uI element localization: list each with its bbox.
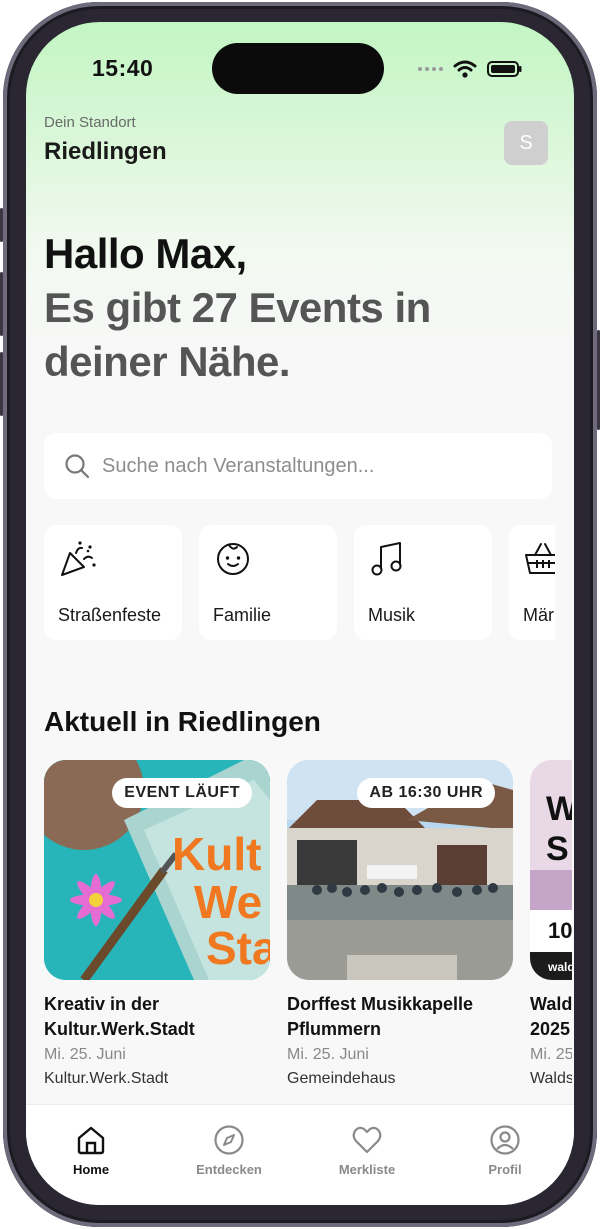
event-card[interactable]: Kult We Sta EVENT LÄUFT Kreativ in der K…	[44, 760, 270, 1088]
tab-profil[interactable]: Profil	[445, 1105, 565, 1177]
forest-event-image: W S 10 wald	[530, 760, 572, 980]
party-popper-icon	[61, 541, 96, 576]
battery-icon	[487, 61, 522, 77]
category-strassenfeste[interactable]: Straßenfeste	[44, 525, 182, 640]
category-label: Familie	[213, 605, 272, 625]
status-icons	[418, 60, 523, 78]
event-title: Kreativ in der Kultur.Werk.Stadt	[44, 994, 195, 1039]
greeting-subtitle: Es gibt 27 Events in deiner Nähe.	[44, 284, 431, 385]
event-list: Kult We Sta EVENT LÄUFT Kreativ in der K…	[44, 760, 572, 1088]
event-date: Mi. 25	[530, 1046, 572, 1063]
tab-bar: Home Entdecken Merkliste Profil	[26, 1104, 574, 1205]
tab-label: Home	[72, 1162, 110, 1177]
event-title: Wald 2025	[530, 994, 572, 1039]
side-button	[0, 352, 3, 416]
location-name[interactable]: Riedlingen	[44, 138, 167, 166]
tab-label: Profil	[488, 1162, 522, 1177]
event-venue: Gemeindehaus	[287, 1070, 396, 1087]
tab-entdecken[interactable]: Entdecken	[169, 1105, 289, 1177]
image-text: Kult	[172, 828, 261, 880]
profile-icon	[490, 1125, 520, 1155]
tab-merkliste[interactable]: Merkliste	[307, 1105, 427, 1177]
category-label: Musik	[368, 605, 416, 625]
event-image: W S 10 wald	[530, 760, 572, 980]
event-title: Dorffest Musikkapelle Pflummern	[287, 994, 474, 1039]
category-maerkte[interactable]: Märkte	[509, 525, 555, 640]
dynamic-island	[212, 43, 384, 94]
event-date: Mi. 25. Juni	[287, 1046, 369, 1063]
avatar[interactable]: S	[504, 121, 548, 165]
compass-icon	[214, 1125, 244, 1155]
side-button	[0, 272, 3, 336]
location-label: Dein Standort	[44, 114, 136, 131]
event-card[interactable]: W S 10 wald Wald 2025 Mi. 25 Walds	[530, 760, 572, 1088]
svg-text:wald: wald	[547, 960, 572, 974]
greeting-title: Hallo Max,	[44, 230, 247, 277]
event-image: Kult We Sta EVENT LÄUFT	[44, 760, 270, 980]
search-input[interactable]: Suche nach Veranstaltungen...	[44, 433, 552, 499]
tab-label: Merkliste	[338, 1162, 396, 1177]
tab-label: Entdecken	[196, 1162, 262, 1177]
wifi-icon	[453, 60, 477, 78]
svg-text:Sta: Sta	[206, 922, 270, 974]
event-venue: Walds	[530, 1070, 572, 1087]
greeting: Hallo Max, Es gibt 27 Events in deiner N…	[44, 227, 564, 389]
category-label: Märkte	[523, 605, 555, 625]
svg-text:S: S	[546, 830, 569, 868]
event-card[interactable]: AB 16:30 UHR Dorffest Musikkapelle Pflum…	[287, 760, 513, 1088]
side-button	[0, 208, 3, 242]
status-time: 15:40	[92, 55, 154, 81]
category-musik[interactable]: Musik	[354, 525, 492, 640]
heart-icon	[352, 1126, 382, 1154]
event-image: AB 16:30 UHR	[287, 760, 513, 980]
status-badge: EVENT LÄUFT	[112, 778, 252, 808]
svg-text:W: W	[546, 790, 572, 828]
search-placeholder: Suche nach Veranstaltungen...	[102, 454, 375, 477]
svg-text:We: We	[194, 876, 262, 928]
signal-icon	[418, 67, 443, 71]
event-date: Mi. 25. Juni	[44, 1046, 126, 1063]
tab-home[interactable]: Home	[31, 1105, 151, 1177]
home-icon	[77, 1126, 105, 1155]
section-title: Aktuell in Riedlingen	[44, 706, 321, 737]
category-list: Straßenfeste Familie Musik Mär	[44, 525, 555, 640]
search-icon	[65, 454, 90, 479]
basket-icon	[525, 543, 555, 574]
status-badge: AB 16:30 UHR	[357, 778, 495, 808]
svg-text:10: 10	[548, 918, 572, 943]
event-venue: Kultur.Werk.Stadt	[44, 1070, 169, 1087]
category-label: Straßenfeste	[58, 605, 162, 625]
baby-face-icon	[217, 543, 249, 575]
category-familie[interactable]: Familie	[199, 525, 337, 640]
app-screen: 15:40 Dein Standort Riedlingen S Hallo M…	[26, 22, 574, 1205]
music-note-icon	[371, 542, 402, 576]
